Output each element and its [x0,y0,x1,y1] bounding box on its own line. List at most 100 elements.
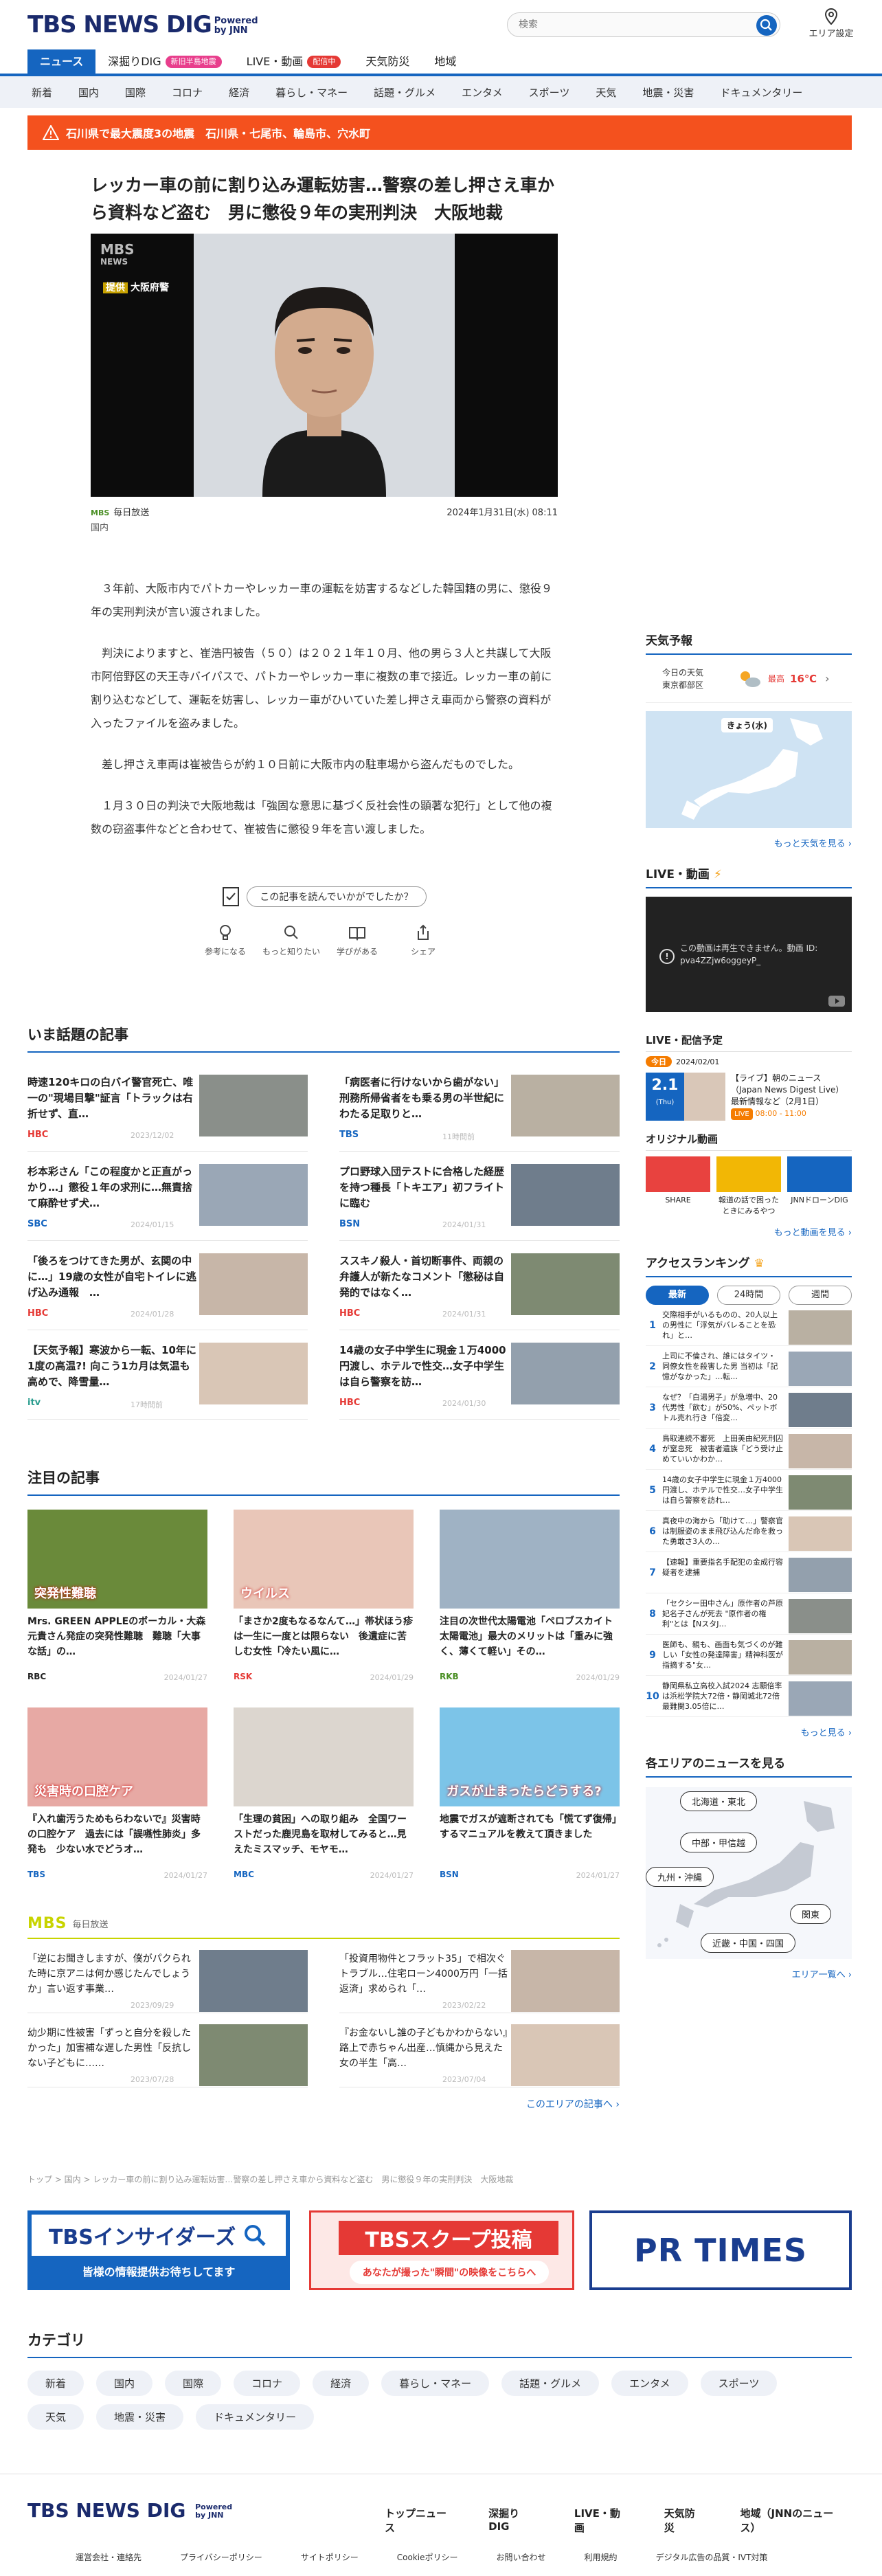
subnav-item[interactable]: 話題・グルメ [374,85,436,100]
ranking-item[interactable]: 2 上司に不倫され、誰にはタイツ・同僚女性を殺害した男 当初は「記憶がなかった」…… [646,1346,852,1387]
footer-nav-link[interactable]: 深掘りDIG [488,2506,536,2535]
feedback-helpful-button[interactable]: 参考になる [192,923,258,957]
category-pill[interactable]: コロナ [234,2371,301,2396]
subnav-item[interactable]: ドキュメンタリー [720,85,802,100]
subnav-item[interactable]: 経済 [229,85,249,100]
subnav-item[interactable]: エンタメ [462,85,503,100]
footer-link[interactable]: Cookieポリシー [397,2551,458,2563]
trending-article-card[interactable]: プロ野球入団テストに合格した経歴を持つ種長「トキエア」初フライトに臨む BSN 20… [339,1152,620,1241]
subnav-item[interactable]: 暮らし・マネー [275,85,348,100]
nav-news[interactable]: ニュース [27,49,96,74]
feedback-learn-button[interactable]: 学びがある [324,923,390,957]
mbs-article-card[interactable]: 『お金ないし誰の子どもかわからない』路上で赤ちゃん出産…慎縄から見えた女の半生「… [339,2013,620,2087]
area-more-link[interactable]: このエリアの記事へ › [27,2097,620,2111]
ranking-tab-weekly[interactable]: 週間 [789,1286,852,1305]
category-pill[interactable]: 国内 [96,2371,153,2396]
subnav-item[interactable]: 国内 [78,85,99,100]
region-pill-kyushu[interactable]: 九州・沖縄 [646,1867,714,1887]
weather-today[interactable]: 今日の天気 東京都部区 最高 16℃ › [646,655,852,703]
share-button[interactable]: シェア [390,923,456,957]
ranking-item[interactable]: 9 医師も、親も、画面も気づくのが難しい「女性の発達障害」精神科医が指摘する"女… [646,1635,852,1676]
ranking-item[interactable]: 5 14歳の女子中学生に現金１万4000円渡し、ホテルで性交…女子中学生は自ら警察… [646,1470,852,1511]
category-pill[interactable]: 地震・災害 [96,2404,184,2430]
nav-live[interactable]: LIVE・動画 配信中 [234,49,354,74]
trending-article-card[interactable]: 「後ろをつけてきた男が、玄関の中に…」19歳の女性が自宅トイレに逃げ込み通報 …… [27,1241,308,1330]
ranking-tab-latest[interactable]: 最新 [646,1286,709,1305]
ranking-item[interactable]: 4 鳥取連続不審死 上田美由紀死刑囚が窒息死 被害者遺族「どう受け止めていいかわか… [646,1429,852,1470]
trending-article-card[interactable]: 【天気予報】寒波から一転、10年に1度の高温?! 向こう1カ月は気温も高めで、降… [27,1330,308,1420]
category-pill[interactable]: ドキュメンタリー [196,2404,315,2430]
region-pill-kanto[interactable]: 関東 [790,1904,832,1924]
footer-link[interactable]: プライバシーポリシー [180,2551,262,2563]
footer-link[interactable]: サイトポリシー [301,2551,359,2563]
original-video-card[interactable]: 報道の話で困ったときにみるやつ [716,1156,781,1217]
ranking-item[interactable]: 10 静岡県私立高校入試2024 志願倍率は浜松学院大72倍・静岡城北72倍 最難… [646,1676,852,1717]
trending-article-card[interactable]: 14歳の女子中学生に現金１万4000円渡し、ホテルで性交…女子中学生は自ら警察を… [339,1330,620,1420]
nav-weather[interactable]: 天気防災 [353,49,422,74]
breadcrumb[interactable]: トップ > 国内 > レッカー車の前に割り込み運転妨害…警察の差し押さえ車から資… [27,2173,618,2185]
category-pill[interactable]: 話題・グルメ [501,2371,600,2396]
ranking-item[interactable]: 8 「セクシー田中さん」原作者の芦原妃名子さんが死去 "原作者の権利"とは【Nスタ… [646,1593,852,1635]
footer-link[interactable]: お問い合わせ [497,2551,546,2563]
category-pill[interactable]: 天気 [27,2404,84,2430]
ranking-item[interactable]: 7 【速報】重要指名手配犯の金成行容疑者を逮捕 [646,1552,852,1593]
weather-more-link[interactable]: もっと天気を見る › [646,836,852,849]
category-pill[interactable]: 国際 [165,2371,222,2396]
nav-region[interactable]: 地域 [422,49,468,74]
weather-map[interactable]: きょう(水) [646,711,852,828]
mbs-article-card[interactable]: 「投資用物件とフラット35」で相次ぐトラブル…住宅ローン4000万円「一括返済」… [339,1939,620,2013]
search-button[interactable] [756,15,777,36]
ranking-item[interactable]: 6 真夜中の海から「助けて…」警察官は制服姿のまま飛び込んだ命を救った勇敢さ3人の… [646,1511,852,1552]
subnav-item[interactable]: コロナ [172,85,203,100]
footer-logo[interactable]: TBS NEWS DIG Powered by JNN [27,2499,236,2522]
ranking-more-link[interactable]: もっと見る › [646,1725,852,1738]
footer-link[interactable]: デジタル広告の品質・IVT対策 [656,2551,768,2563]
mbs-article-card[interactable]: 「逆にお聞きしますが、僕がパクられた時に京アニは何か感じたんでしょうか」言い返す… [27,1939,308,2013]
live-video-player[interactable]: ! この動画は再生できません。動画 ID: pva4ZZjw6oggeyP_ [646,897,852,1012]
footer-nav-link[interactable]: トップニュース [385,2506,450,2535]
subnav-item[interactable]: 国際 [125,85,146,100]
trending-article-card[interactable]: 時速120キロの白バイ警官死亡、唯一の"現場目撃"証言「トラックは右折せず、直…… [27,1062,308,1152]
trending-article-card[interactable]: 「病医者に行けないから歯がない」刑務所帰省者をも乗る男の半世紀にわたる足取りと…… [339,1062,620,1152]
subnav-item[interactable]: 地震・災害 [642,85,694,100]
category-pill[interactable]: エンタメ [611,2371,688,2396]
article-category[interactable]: 国内 [91,520,109,533]
tbs-scoop-banner[interactable]: TBSスクープ投稿 あなたが撮った"瞬間"の映像をこちらへ [309,2210,574,2290]
subnav-item[interactable]: スポーツ [529,85,570,100]
footer-nav-link[interactable]: 地域（JNNのニュース） [740,2506,844,2535]
trending-article-card[interactable]: ススキノ殺人・首切断事件、両親の弁護人が新たなコメント「懲秘は自発的ではなく… H… [339,1241,620,1330]
subnav-item[interactable]: 新着 [32,85,52,100]
videos-more-link[interactable]: もっと動画を見る › [646,1225,852,1238]
featured-article-card[interactable]: 「生理の貧困」への取り組み 全国ワーストだった鹿児島を取材してみると…見えたミス… [234,1707,414,1905]
category-pill[interactable]: 新着 [27,2371,84,2396]
featured-article-card[interactable]: 突発性難聴 Mrs. GREEN APPLEのボーカル・大森元貴さん発症の突発性難… [27,1510,207,1707]
schedule-item[interactable]: 2.1 (Thu) 【ライブ】朝のニュース（Japan News Digest L… [646,1073,852,1121]
trending-article-card[interactable]: 杉本彩さん「この程度かと正直がっかり…」懲役１年の求刑に…無責捨て麻酔せず犬… S… [27,1152,308,1241]
original-video-card[interactable]: JNNドローンDIG [787,1156,852,1217]
category-pill[interactable]: スポーツ [700,2371,778,2396]
ranking-tab-24h[interactable]: 24時間 [717,1286,780,1305]
region-pill-kinki[interactable]: 近畿・中国・四国 [701,1933,796,1953]
nav-deep-dig[interactable]: 深掘りDIG 新旧半島地震 [95,49,234,74]
original-video-card[interactable]: SHARE [646,1156,710,1217]
article-source[interactable]: MBS 毎日放送 [91,505,149,518]
mbs-article-card[interactable]: 幼少期に性被害「ずっと自分を殺したかった」加害補な遅した男性「反抗しない子どもに… [27,2013,308,2087]
earthquake-alert-banner[interactable]: 石川県で最大震度3の地震 石川県・七尾市、輪島市、穴水町 [27,115,852,150]
search-input[interactable] [519,13,745,36]
subnav-item[interactable]: 天気 [596,85,616,100]
region-pill-chubu[interactable]: 中部・甲信越 [680,1833,758,1852]
featured-article-card[interactable]: 注目の次世代太陽電池「ペロブスカイト太陽電池」最大のメリットは「重みに強く、薄く… [440,1510,620,1707]
featured-article-card[interactable]: 災害時の口腔ケア 『入れ歯汚うためもらわないで』災害時の口腔ケア 過去には「誤嚥性… [27,1707,207,1905]
featured-article-card[interactable]: ウイルス 「まさか2度もなるなんて…」帯状ほう疹は一生に一度とは限らない 後遺症に… [234,1510,414,1707]
ranking-item[interactable]: 3 なぜ？「白湯男子」が急増中、20代男性「飲む」が50%、ペットボトル売れ行き「… [646,1387,852,1429]
footer-link[interactable]: 運営会社・連絡先 [76,2551,142,2563]
feedback-more-button[interactable]: もっと知りたい [258,923,324,957]
site-logo[interactable]: TBS NEWS DIG Powered by JNN [27,11,262,38]
tbs-insiders-banner[interactable]: TBSインサイダーズ 皆様の情報提供お待ちしてます [27,2210,290,2290]
prtimes-banner[interactable]: PR TIMES [589,2210,852,2290]
footer-nav-link[interactable]: 天気防災 [664,2506,702,2535]
footer-nav-link[interactable]: LIVE・動画 [574,2506,626,2535]
area-setting-button[interactable]: エリア設定 [797,8,866,39]
category-pill[interactable]: 暮らし・マネー [381,2371,490,2396]
category-pill[interactable]: 経済 [313,2371,370,2396]
